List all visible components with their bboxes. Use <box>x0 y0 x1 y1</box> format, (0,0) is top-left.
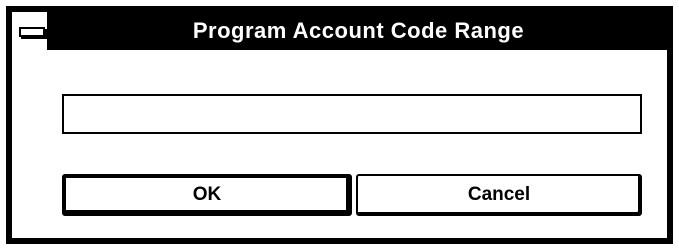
dialog-window: Program Account Code Range OK Cancel <box>6 6 673 244</box>
title-bar[interactable]: Program Account Code Range <box>12 12 667 50</box>
system-menu-icon <box>19 27 45 37</box>
dialog-title: Program Account Code Range <box>192 18 525 43</box>
ok-button[interactable]: OK <box>62 174 352 216</box>
cancel-button[interactable]: Cancel <box>356 174 642 216</box>
account-code-range-input[interactable] <box>62 94 642 134</box>
system-menu-button[interactable] <box>12 12 50 50</box>
